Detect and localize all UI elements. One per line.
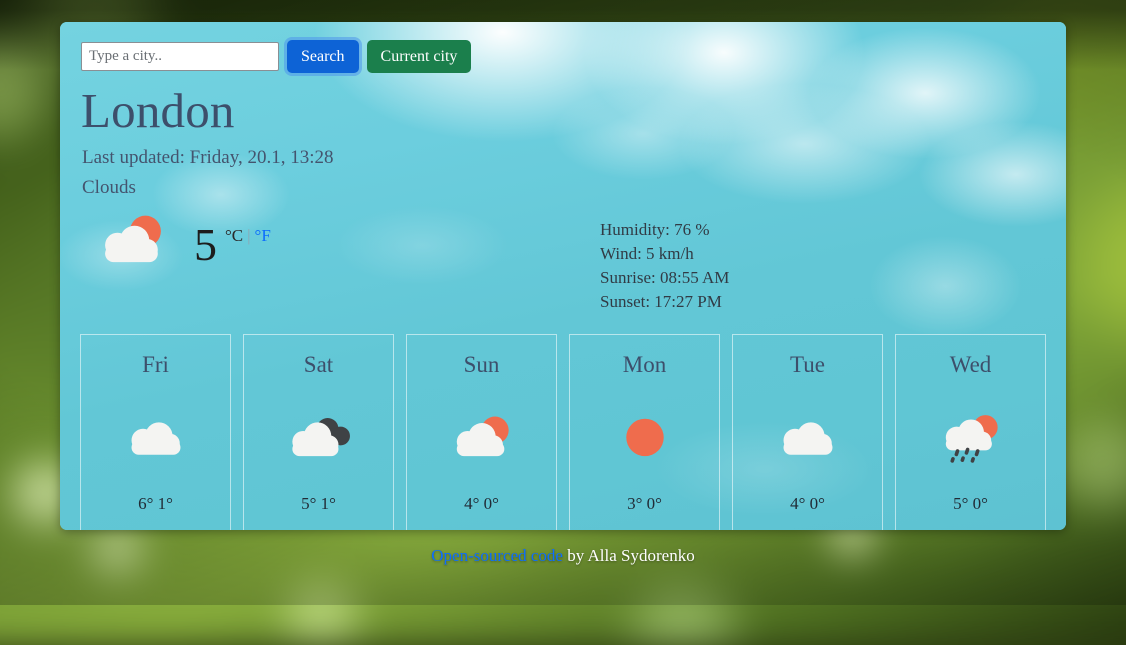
forecast-row: Fri 6° 1° Sat 5° 1° Sun 4° 0° Mon 3° 0° … — [80, 334, 1046, 530]
current-city-button[interactable]: Current city — [366, 40, 472, 73]
forecast-temps: 5° 0° — [953, 494, 988, 514]
forecast-card: Fri 6° 1° — [80, 334, 231, 530]
forecast-card: Wed 5° 0° — [895, 334, 1046, 530]
forecast-card: Sat 5° 1° — [243, 334, 394, 530]
footer-author-text: by Alla Sydorenko — [562, 546, 695, 565]
city-name: London — [81, 83, 235, 138]
forecast-day-label: Sun — [463, 352, 500, 378]
sunset-value: Sunset: 17:27 PM — [600, 292, 722, 312]
cloud-sun-rain-icon — [945, 415, 998, 464]
forecast-card: Sun 4° 0° — [406, 334, 557, 530]
forecast-temps: 4° 0° — [464, 494, 499, 514]
unit-separator: | — [247, 225, 251, 245]
forecast-day-label: Fri — [142, 352, 169, 378]
open-sourced-code-link[interactable]: Open-sourced code — [431, 546, 563, 565]
temperature-block: 5 °C | °F — [194, 216, 271, 268]
footer: Open-sourced code by Alla Sydorenko — [0, 546, 1126, 566]
forecast-temps: 3° 0° — [627, 494, 662, 514]
panel-content: Search Current city London Last updated:… — [60, 22, 1066, 530]
forecast-day-label: Sat — [303, 352, 334, 378]
humidity-value: Humidity: 76 % — [600, 219, 710, 239]
forecast-temps: 4° 0° — [790, 494, 825, 514]
cloud-sun-icon — [105, 215, 161, 263]
unit-toggle: °C | °F — [225, 226, 271, 246]
forecast-card: Mon 3° 0° — [569, 334, 720, 530]
search-form: Search Current city — [81, 40, 1046, 73]
cloud-sun-icon — [456, 416, 509, 457]
last-updated-text: Last updated: Friday, 20.1, 13:28 — [82, 146, 334, 168]
sunrise-value: Sunrise: 08:55 AM — [600, 268, 730, 288]
weather-panel: Search Current city London Last updated:… — [60, 22, 1066, 530]
forecast-day-label: Tue — [790, 352, 825, 378]
forecast-card: Tue 4° 0° — [732, 334, 883, 530]
forecast-day-label: Mon — [622, 352, 667, 378]
fahrenheit-link[interactable]: °F — [255, 226, 271, 245]
search-input[interactable] — [81, 42, 279, 71]
wind-value: Wind: 5 km/h — [600, 244, 694, 264]
cloud-icon — [131, 422, 180, 456]
search-button[interactable]: Search — [287, 40, 359, 73]
current-temperature: 5 — [194, 218, 217, 270]
broken-clouds-icon — [291, 418, 350, 457]
current-details: Humidity: 76 % Wind: 5 km/h Sunrise: 08:… — [600, 211, 729, 315]
weather-description: Clouds — [82, 176, 136, 198]
celsius-label: °C — [225, 225, 244, 245]
forecast-day-label: Wed — [949, 352, 992, 378]
sun-icon — [625, 419, 664, 457]
cloud-icon — [783, 422, 832, 456]
current-conditions: 5 °C | °F Humidity: 76 % Wind: 5 km/h Sunr… — [80, 211, 1046, 315]
current-primary: 5 °C | °F — [80, 211, 600, 273]
forecast-temps: 6° 1° — [138, 494, 173, 514]
forecast-temps: 5° 1° — [301, 494, 336, 514]
